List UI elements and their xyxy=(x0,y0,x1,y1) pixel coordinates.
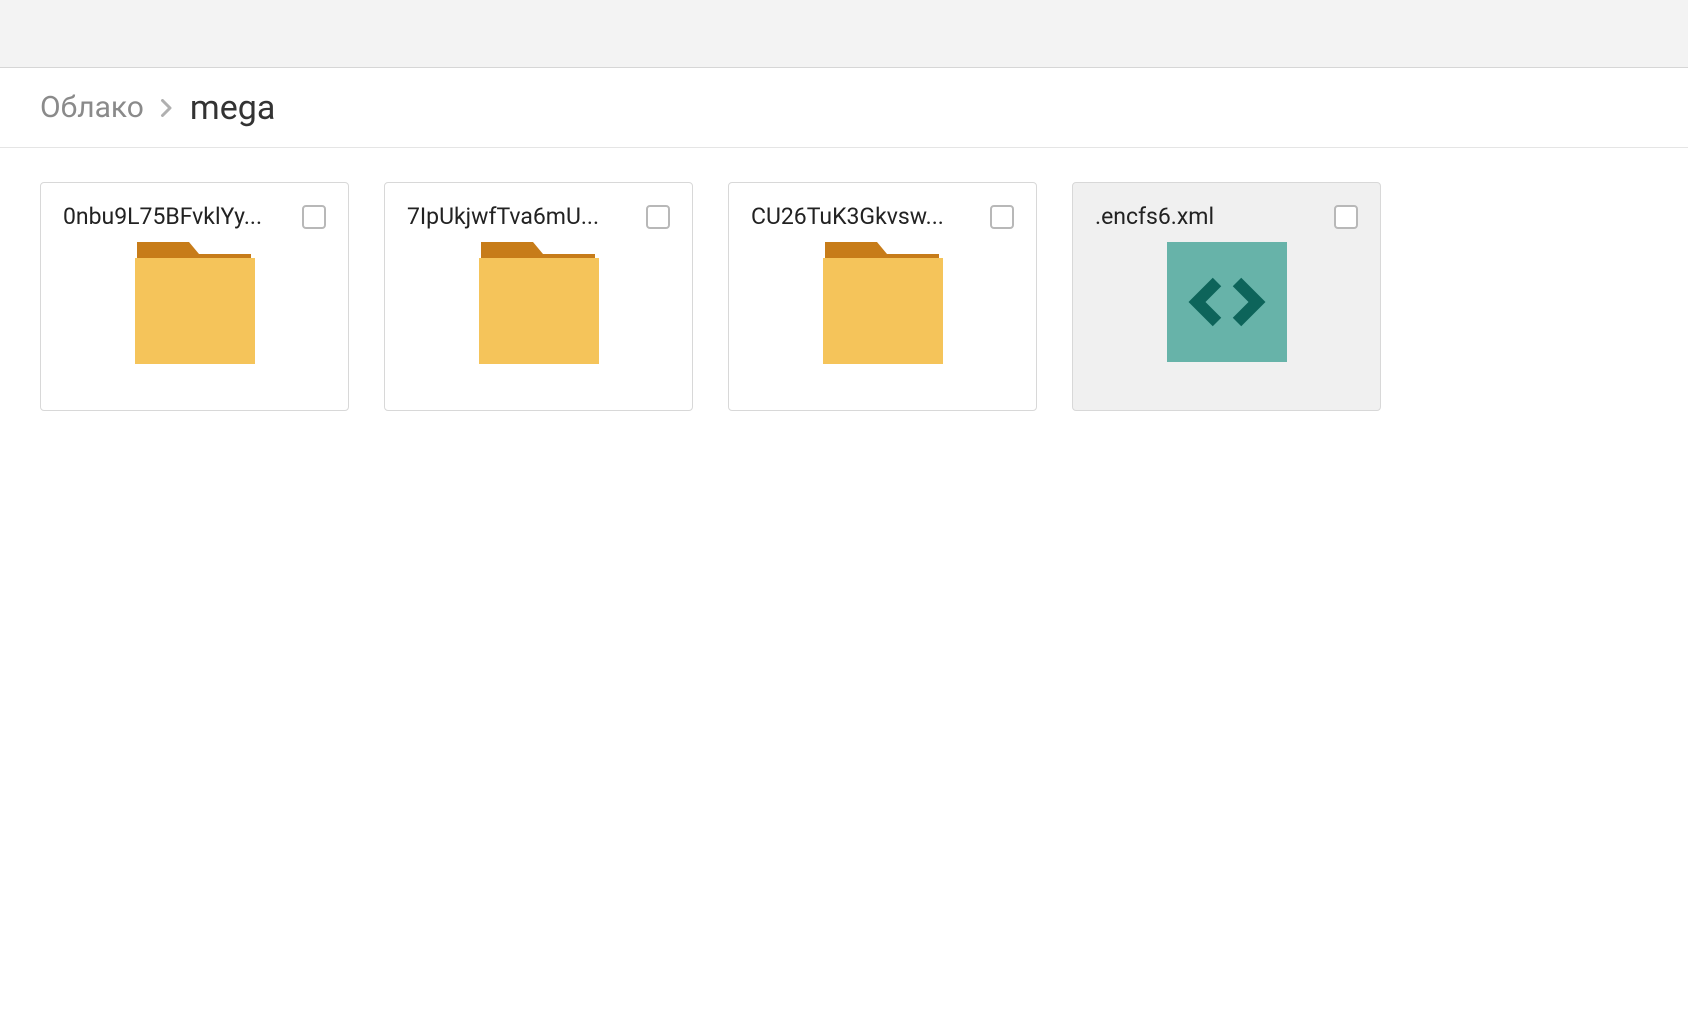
folder-item[interactable]: 0nbu9L75BFvklYy... xyxy=(40,182,349,411)
item-icon-area xyxy=(1073,240,1380,410)
folder-icon xyxy=(823,242,943,368)
chevron-right-icon xyxy=(160,99,174,117)
toolbar-area xyxy=(0,0,1688,68)
breadcrumb-current-folder: mega xyxy=(190,88,275,128)
item-checkbox[interactable] xyxy=(646,205,670,229)
item-checkbox[interactable] xyxy=(302,205,326,229)
folder-item[interactable]: 7IpUkjwfTva6mU... xyxy=(384,182,693,411)
folder-icon xyxy=(135,242,255,368)
folder-item[interactable]: CU26TuK3Gkvsw... xyxy=(728,182,1037,411)
code-file-icon xyxy=(1167,242,1287,366)
file-item[interactable]: .encfs6.xml xyxy=(1072,182,1381,411)
item-name-label: 0nbu9L75BFvklYy... xyxy=(63,203,262,230)
item-header: .encfs6.xml xyxy=(1073,183,1380,240)
item-icon-area xyxy=(385,240,692,410)
item-checkbox[interactable] xyxy=(990,205,1014,229)
item-icon-area xyxy=(729,240,1036,410)
item-name-label: 7IpUkjwfTva6mU... xyxy=(407,203,599,230)
item-header: 7IpUkjwfTva6mU... xyxy=(385,183,692,240)
main-content: 0nbu9L75BFvklYy... 7IpUkjwfTva6mU... xyxy=(0,148,1688,445)
item-header: 0nbu9L75BFvklYy... xyxy=(41,183,348,240)
breadcrumb-root-link[interactable]: Облако xyxy=(40,90,144,125)
item-name-label: CU26TuK3Gkvsw... xyxy=(751,203,944,230)
folder-icon xyxy=(479,242,599,368)
items-grid: 0nbu9L75BFvklYy... 7IpUkjwfTva6mU... xyxy=(40,182,1648,411)
item-name-label: .encfs6.xml xyxy=(1095,203,1214,230)
item-checkbox[interactable] xyxy=(1334,205,1358,229)
item-icon-area xyxy=(41,240,348,410)
breadcrumb: Облако mega xyxy=(0,68,1688,148)
item-header: CU26TuK3Gkvsw... xyxy=(729,183,1036,240)
